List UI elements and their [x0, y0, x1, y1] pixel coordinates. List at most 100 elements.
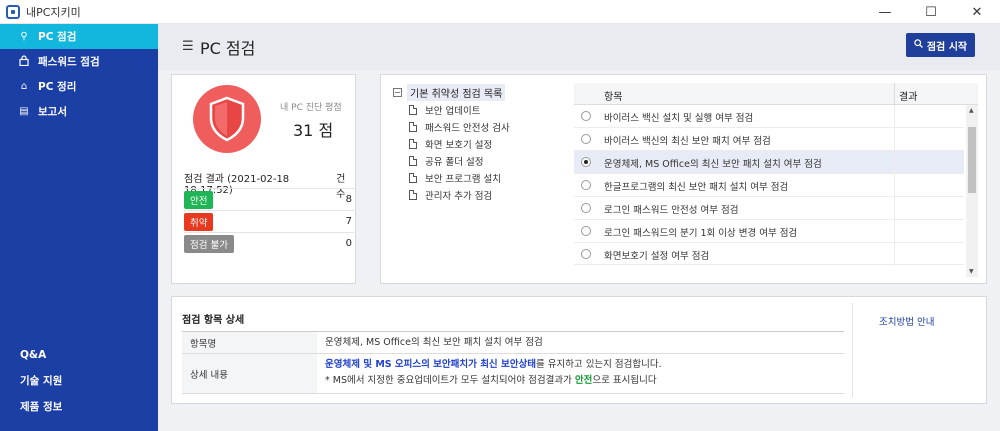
tree-item-label: 화면 보호기 설정 [425, 140, 493, 151]
table-row[interactable]: 바이러스 백신의 최신 보안 패치 여부 점검 [574, 128, 964, 151]
detail-divider [852, 303, 853, 397]
row-radio[interactable] [581, 226, 591, 236]
status-badge-vulnerable: 취약 [184, 212, 214, 231]
detail-row-item: 항목명 운영체제, MS Office의 최신 보안 패치 설치 여부 점검 [182, 332, 844, 354]
detail-safe-highlight: 안전 [574, 375, 593, 386]
row-text: 바이러스 백신 설치 및 실행 여부 점검 [604, 113, 754, 124]
row-radio[interactable] [581, 111, 591, 121]
tree-item-label: 보안 업데이트 [425, 106, 481, 117]
detail-text: 으로 표시됩니다 [592, 375, 657, 386]
safe-count: 8 [345, 194, 352, 205]
detail-table: 항목명 운영체제, MS Office의 최신 보안 패치 설치 여부 점검 상… [182, 331, 844, 394]
detail-text: 를 유지하고 있는지 점검합니다. [535, 359, 662, 370]
report-icon: ▤ [19, 106, 29, 117]
tree-item[interactable]: 보안 프로그램 설치 [409, 171, 501, 185]
document-icon [409, 139, 417, 149]
tree-item-label: 패스워드 안전성 검사 [425, 123, 510, 134]
page-title: PC 점검 [200, 39, 256, 58]
sidebar-item-report[interactable]: ▤ 보고서 [0, 99, 158, 124]
tree-item-label: 관리자 추가 점검 [425, 191, 493, 202]
detail-panel: 점검 항목 상세 조치방법 안내 항목명 운영체제, MS Office의 최신… [171, 296, 987, 404]
menu-icon[interactable]: ☰ [182, 39, 194, 54]
main-header: ☰ PC 점검 점검 시작 [158, 24, 1000, 70]
table-row[interactable]: 바이러스 백신 설치 및 실행 여부 점검 [574, 105, 964, 128]
broom-icon: ⌂ [20, 81, 28, 92]
maximize-button[interactable]: ☐ [908, 0, 954, 24]
result-row-unavailable: 점검 불가 0 [184, 232, 354, 254]
column-divider [894, 243, 895, 266]
tree-root[interactable]: − 기본 취약성 점검 목록 [393, 84, 506, 101]
detail-text: * MS에서 지정한 중요업데이트가 모두 설치되어야 점검결과가 [325, 375, 575, 386]
lock-icon [18, 54, 30, 69]
table-row[interactable]: 로그인 패스워드 안전성 여부 점검 [574, 197, 964, 220]
sidebar-item-password-check[interactable]: 패스워드 점검 [0, 49, 158, 74]
tree-item[interactable]: 보안 업데이트 [409, 103, 480, 117]
detail-content-value: 운영체제 및 MS 오피스의 보안패치가 최신 보안상태를 유지하고 있는지 점… [317, 354, 844, 393]
column-header-result: 결과 [899, 92, 918, 103]
table-header: 항목 결과 [574, 83, 978, 105]
vulnerable-count: 7 [345, 216, 352, 227]
detail-line-1: 운영체제 및 MS 오피스의 보안패치가 최신 보안상태를 유지하고 있는지 점… [325, 357, 836, 373]
table-row[interactable]: 화면보호기 설정 여부 점검 [574, 243, 964, 266]
result-row-vulnerable: 취약 7 [184, 210, 354, 232]
tree-item[interactable]: 관리자 추가 점검 [409, 188, 492, 202]
check-items-table: 항목 결과 바이러스 백신 설치 및 실행 여부 점검 바이러스 백신의 최신 … [574, 83, 978, 277]
row-radio[interactable] [581, 180, 591, 190]
column-divider [894, 128, 895, 151]
row-radio[interactable] [581, 134, 591, 144]
checklist-panel: − 기본 취약성 점검 목록 보안 업데이트 패스워드 안전성 검사 화면 보호… [380, 74, 987, 284]
minimize-button[interactable]: — [862, 0, 908, 24]
tech-support-link[interactable]: 기술 지원 [0, 368, 158, 393]
row-text: 한글프로그램의 최신 보안 패치 설치 여부 점검 [604, 182, 789, 193]
collapse-icon[interactable]: − [393, 88, 402, 97]
row-radio[interactable] [581, 249, 591, 259]
tree-item[interactable]: 공유 폴더 설정 [409, 154, 483, 168]
sidebar-item-pc-check[interactable]: ⚲ PC 점검 [0, 24, 158, 49]
detail-line-2: * MS에서 지정한 중요업데이트가 모두 설치되어야 점검결과가 안전으로 표… [325, 373, 836, 389]
row-radio[interactable] [581, 203, 591, 213]
table-scrollbar[interactable]: ▲ ▼ [966, 105, 978, 277]
row-text: 운영체제, MS Office의 최신 보안 패치 설치 여부 점검 [604, 159, 822, 170]
detail-content-label: 상세 내용 [182, 354, 317, 393]
table-row[interactable]: 한글프로그램의 최신 보안 패치 설치 여부 점검 [574, 174, 964, 197]
search-icon: ⚲ [20, 31, 28, 42]
row-text: 로그인 패스워드의 분기 1회 이상 변경 여부 점검 [604, 228, 798, 239]
sidebar: ⚲ PC 점검 패스워드 점검 ⌂ PC 정리 ▤ 보고서 Q&A 기술 지원 … [0, 24, 158, 431]
scroll-down-icon[interactable]: ▼ [969, 268, 974, 275]
sidebar-item-label: PC 정리 [38, 81, 77, 93]
shield-icon [193, 85, 261, 153]
qa-link[interactable]: Q&A [0, 342, 158, 367]
main-area: ☰ PC 점검 점검 시작 내 PC 진단 평점 31 점 점검 결과 (202… [158, 24, 1000, 431]
document-icon [409, 122, 417, 132]
sidebar-bottom-links: Q&A 기술 지원 제품 정보 [0, 342, 158, 420]
remediation-guide-link[interactable]: 조치방법 안내 [879, 314, 934, 328]
unavailable-count: 0 [345, 238, 352, 249]
tree-item-label: 보안 프로그램 설치 [425, 174, 501, 185]
item-name-label: 항목명 [182, 332, 317, 353]
start-check-label: 점검 시작 [926, 41, 968, 53]
tree-root-label: 기본 취약성 점검 목록 [407, 84, 506, 101]
scroll-thumb[interactable] [968, 127, 976, 193]
score-value: 31 점 [293, 121, 334, 140]
product-info-link[interactable]: 제품 정보 [0, 394, 158, 419]
row-text: 바이러스 백신의 최신 보안 패치 여부 점검 [604, 136, 771, 147]
column-divider [894, 83, 895, 105]
tree-item[interactable]: 화면 보호기 설정 [409, 137, 492, 151]
row-radio-selected[interactable] [581, 157, 591, 167]
table-row-selected[interactable]: 운영체제, MS Office의 최신 보안 패치 설치 여부 점검 [574, 151, 964, 174]
column-divider [894, 174, 895, 197]
column-divider [894, 105, 895, 128]
window-title: 내PC지키미 [26, 5, 81, 19]
status-badge-safe: 안전 [184, 190, 214, 209]
start-check-button[interactable]: 점검 시작 [906, 33, 975, 57]
scroll-up-icon[interactable]: ▲ [969, 107, 974, 114]
title-bar: 내PC지키미 — ☐ ✕ [0, 0, 1000, 24]
column-header-item: 항목 [604, 92, 623, 103]
column-divider [894, 151, 895, 174]
row-text: 화면보호기 설정 여부 점검 [604, 251, 710, 262]
tree-item[interactable]: 패스워드 안전성 검사 [409, 120, 510, 134]
close-button[interactable]: ✕ [954, 0, 1000, 24]
sidebar-item-pc-cleanup[interactable]: ⌂ PC 정리 [0, 74, 158, 99]
table-row[interactable]: 로그인 패스워드의 분기 1회 이상 변경 여부 점검 [574, 220, 964, 243]
column-divider [894, 220, 895, 243]
